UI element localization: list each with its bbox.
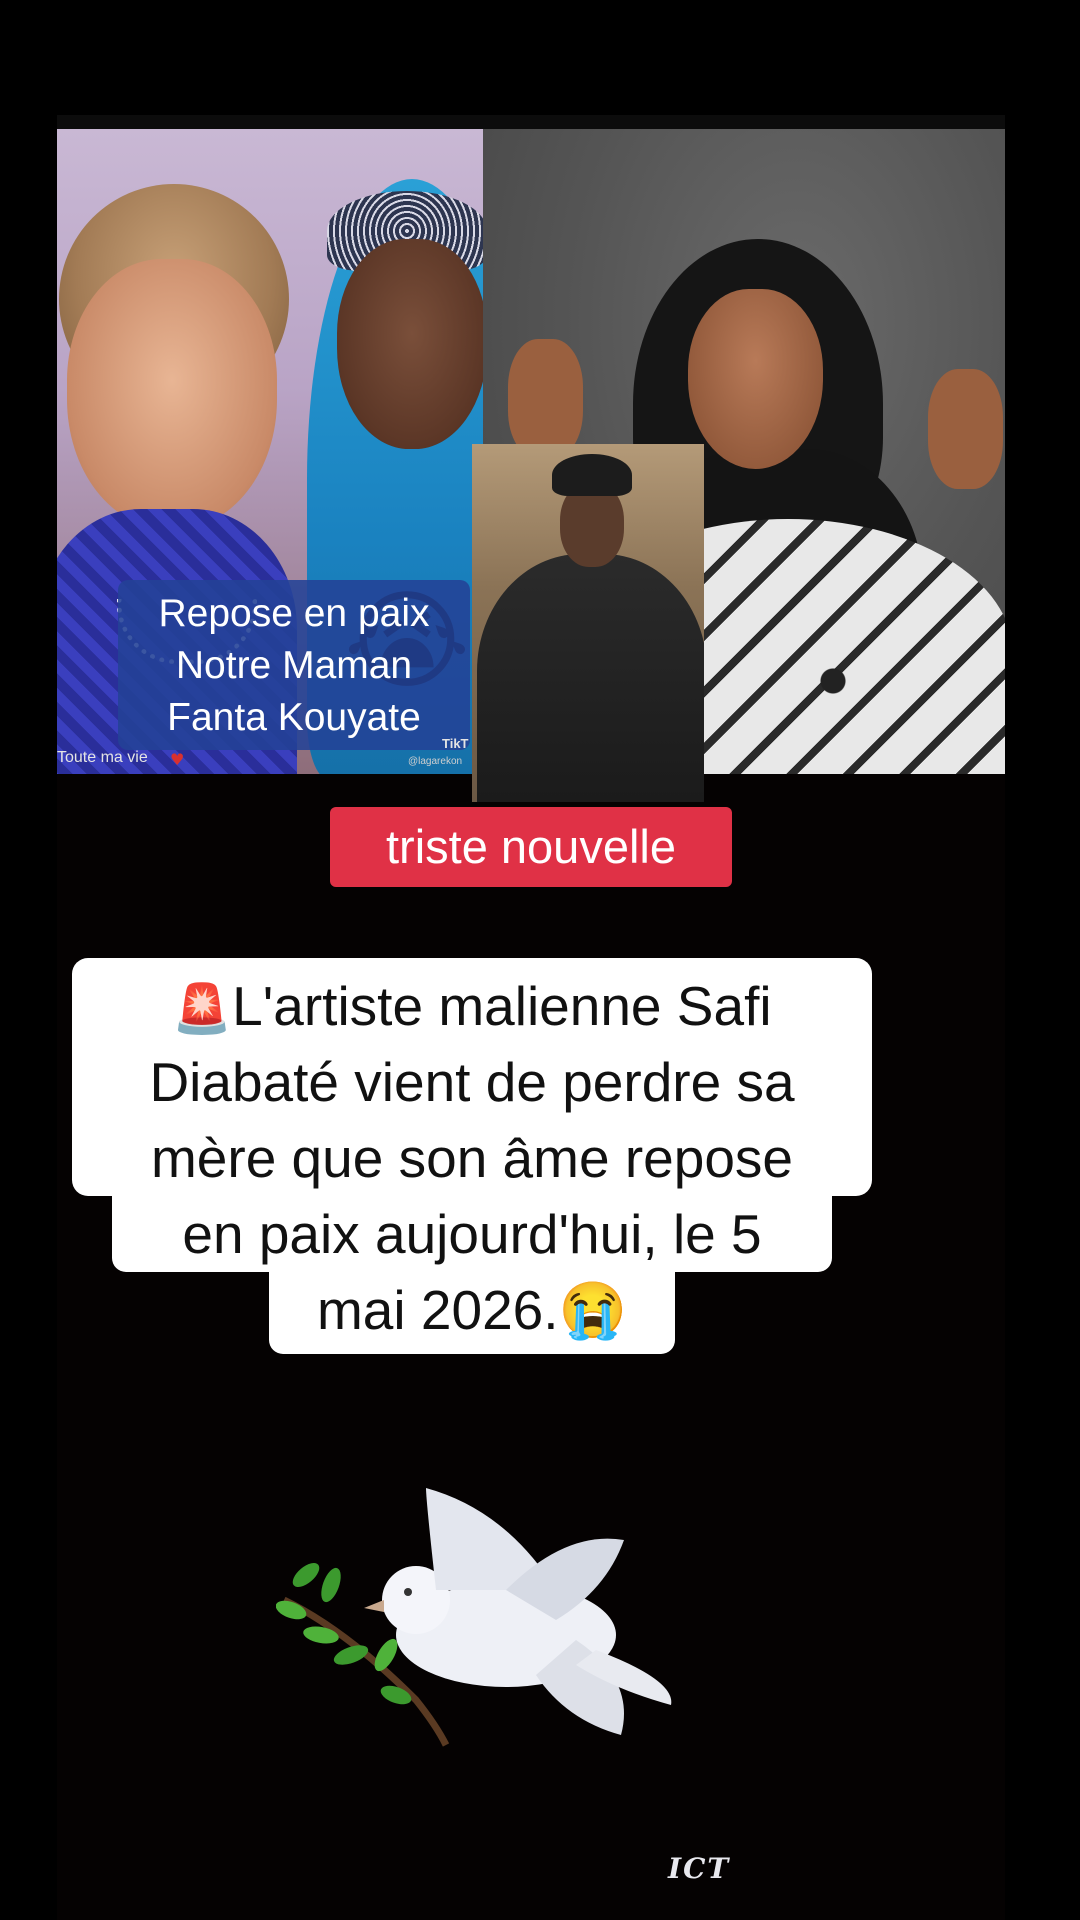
post-caption: 🚨L'artiste malienne Safi Diabaté vient d… [72,958,872,1354]
right-hand [928,369,1003,489]
top-strip [57,115,1005,129]
photo-middle-elder [472,444,704,802]
photo-caption: Repose en paix Notre Maman Fanta Kouyate [118,580,470,750]
caption-line: 🚨L'artiste malienne Safi [72,958,872,1044]
caption-line: mai 2026.😭 [269,1272,675,1354]
left-hand [508,339,583,459]
siren-icon: 🚨 [172,983,233,1036]
elder-face [337,239,483,449]
black-robe [477,554,704,802]
photo-overlay-text: Toute ma vie [57,749,148,766]
head-wrap [552,454,632,496]
caption-line: Diabaté vient de perdre sa [72,1044,872,1120]
ict-watermark: ICT [668,1852,731,1885]
screen: 😭 Repose en paix Notre Maman Fanta Kouya… [0,0,1080,1920]
caption-line: en paix aujourd'hui, le 5 [112,1196,832,1272]
caption-line: mère que son âme repose [72,1120,872,1196]
tiktok-handle: @lagarekon [408,756,463,767]
news-badge: triste nouvelle [330,807,732,887]
tiktok-watermark: TikT [442,736,469,751]
dove-with-olive-branch-icon [276,1488,672,1747]
artist-face [67,259,277,529]
artist-face [688,289,823,469]
heart-icon: ♥ [170,750,185,769]
